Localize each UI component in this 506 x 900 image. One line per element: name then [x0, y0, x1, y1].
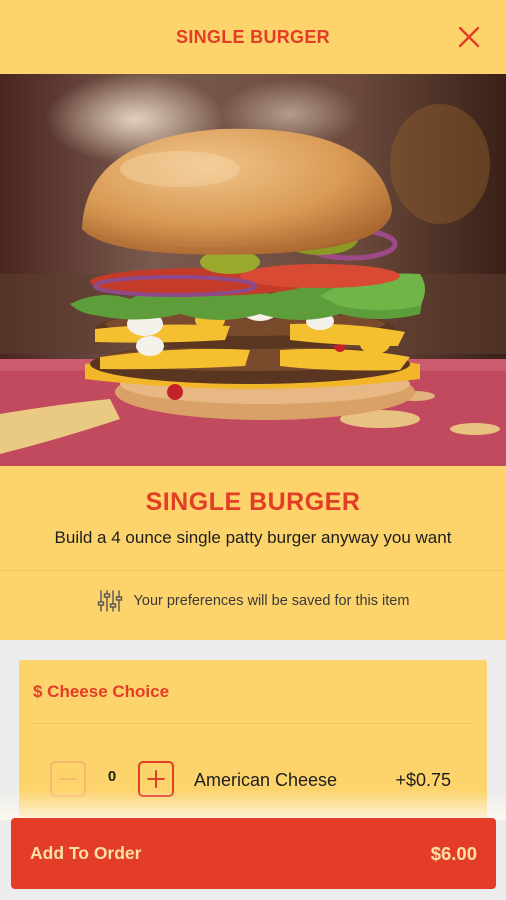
close-icon[interactable]	[458, 26, 480, 48]
order-total: $6.00	[430, 842, 477, 864]
divider	[0, 570, 506, 571]
quantity-value: 0	[107, 768, 117, 785]
options-card: $ Cheese Choice 0 American Cheese +$0.75	[19, 660, 487, 835]
burger-photo	[0, 74, 506, 466]
preferences-text: Your preferences will be saved for this …	[133, 593, 410, 609]
preferences-note: Your preferences will be saved for this …	[0, 584, 506, 618]
item-description: Build a 4 ounce single patty burger anyw…	[54, 528, 452, 547]
item-image	[0, 74, 506, 466]
option-price: +$0.75	[395, 770, 451, 790]
divider	[33, 723, 473, 724]
close-button[interactable]	[454, 22, 484, 52]
add-to-order-button[interactable]: Add To Order $6.00	[11, 818, 496, 889]
decrease-quantity-button[interactable]	[50, 761, 86, 797]
increase-quantity-button[interactable]	[138, 761, 174, 797]
item-info: SINGLE BURGER Build a 4 ounce single pat…	[0, 466, 506, 640]
section-title: $ Cheese Choice	[33, 682, 170, 701]
plus-icon	[147, 770, 165, 788]
sliders-icon	[97, 590, 122, 612]
add-to-order-label: Add To Order	[30, 843, 142, 863]
minus-icon	[59, 778, 77, 780]
option-name: American Cheese	[194, 770, 338, 790]
header-bar: SINGLE BURGER	[0, 0, 506, 74]
page-title: SINGLE BURGER	[176, 26, 330, 47]
item-name: SINGLE BURGER	[145, 488, 361, 516]
